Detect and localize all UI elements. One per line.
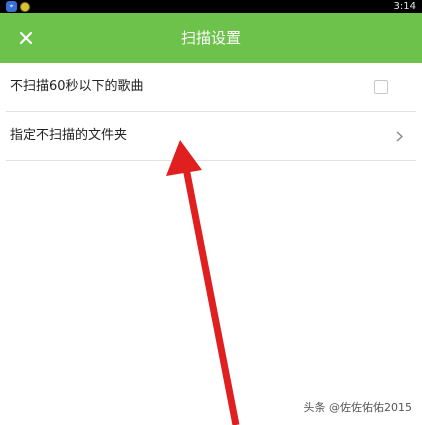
settings-list: 不扫描60秒以下的歌曲 指定不扫描的文件夹 bbox=[0, 63, 422, 161]
status-icons: ⌖ bbox=[6, 1, 30, 12]
emoji-icon bbox=[20, 1, 30, 12]
page-title: 扫描设置 bbox=[180, 29, 241, 47]
setting-skip-short-songs[interactable]: 不扫描60秒以下的歌曲 bbox=[6, 63, 416, 112]
app-header: 扫描设置 bbox=[0, 13, 422, 63]
setting-label: 不扫描60秒以下的歌曲 bbox=[10, 79, 144, 94]
app-icon: ⌖ bbox=[6, 1, 17, 12]
skip-short-songs-checkbox[interactable] bbox=[374, 80, 388, 94]
watermark: 头条 @佐佐佑佑2015 bbox=[303, 401, 413, 414]
red-arrow-icon bbox=[166, 140, 240, 425]
chevron-right-icon bbox=[394, 129, 404, 143]
status-time: 3:14 bbox=[393, 1, 416, 12]
status-bar: ⌖ 3:14 bbox=[0, 0, 422, 13]
setting-excluded-folders[interactable]: 指定不扫描的文件夹 bbox=[6, 112, 416, 161]
setting-label: 指定不扫描的文件夹 bbox=[10, 128, 128, 143]
